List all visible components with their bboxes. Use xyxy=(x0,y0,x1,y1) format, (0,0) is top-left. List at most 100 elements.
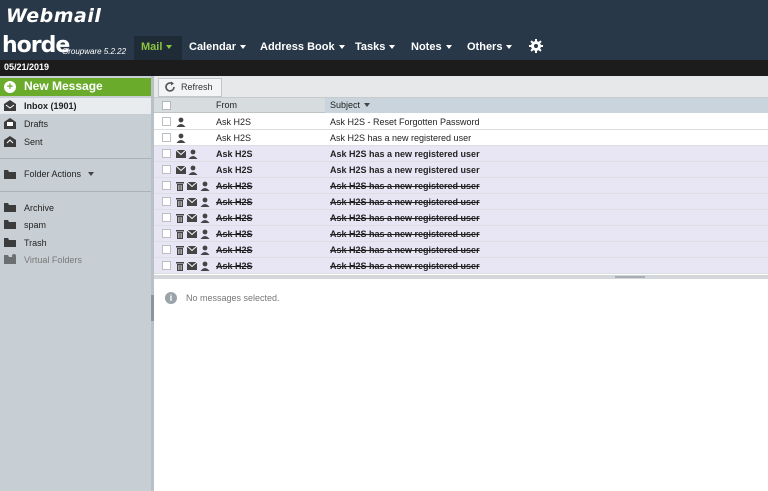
chevron-down-icon xyxy=(88,172,94,176)
envelope-icon xyxy=(186,213,198,224)
row-subject: Ask H2S has a new registered user xyxy=(330,149,480,159)
row-checkbox[interactable] xyxy=(162,117,171,126)
row-subject: Ask H2S has a new registered user xyxy=(330,165,480,175)
folder-trash[interactable]: Trash xyxy=(0,235,151,251)
folder-drafts[interactable]: Drafts xyxy=(0,116,151,132)
person-icon xyxy=(200,261,210,273)
menu-others[interactable]: Others xyxy=(467,36,513,60)
menu-notes[interactable]: Notes xyxy=(411,36,452,60)
folder-label: Archive xyxy=(24,203,55,213)
folder-spam[interactable]: spam xyxy=(0,217,151,233)
folder-label: Sent xyxy=(24,137,43,147)
trash-icon xyxy=(176,245,184,257)
row-checkbox[interactable] xyxy=(162,197,171,206)
message-toolbar xyxy=(154,76,768,98)
splitter-handle[interactable] xyxy=(151,295,154,321)
folder-actions-menu[interactable]: Folder Actions xyxy=(0,166,151,182)
row-checkbox[interactable] xyxy=(162,261,171,270)
row-subject: Ask H2S has a new registered user xyxy=(330,213,480,223)
row-from: Ask H2S xyxy=(216,229,253,239)
row-subject: Ask H2S has a new registered user xyxy=(330,261,480,271)
person-icon xyxy=(200,245,210,257)
folder-inbox[interactable]: Inbox (1901) xyxy=(0,98,151,114)
row-checkbox[interactable] xyxy=(162,149,171,158)
row-from: Ask H2S xyxy=(216,261,253,271)
folder-archive[interactable]: Archive xyxy=(0,200,151,216)
gear-icon[interactable] xyxy=(528,38,544,54)
row-subject: Ask H2S has a new registered user xyxy=(330,229,480,239)
plus-icon: + xyxy=(4,81,16,93)
row-from: Ask H2S xyxy=(216,213,253,223)
envelope-icon xyxy=(175,149,187,160)
folder-label: Virtual Folders xyxy=(24,255,82,265)
folder-actions-label: Folder Actions xyxy=(24,169,82,179)
webmail-brand: Webmail xyxy=(6,5,102,27)
row-from: Ask H2S xyxy=(216,197,253,207)
trash-icon xyxy=(176,197,184,209)
chevron-down-icon xyxy=(506,45,513,50)
person-icon xyxy=(176,133,186,145)
row-checkbox[interactable] xyxy=(162,229,171,238)
sort-desc-icon[interactable] xyxy=(364,103,370,107)
row-checkbox[interactable] xyxy=(162,181,171,190)
inbox-icon xyxy=(4,100,16,111)
drafts-icon xyxy=(4,118,16,129)
envelope-icon xyxy=(186,229,198,240)
trash-icon xyxy=(176,229,184,241)
chevron-down-icon xyxy=(240,45,247,50)
divider-handle[interactable] xyxy=(615,276,645,278)
folder-label: spam xyxy=(24,220,47,230)
row-from: Ask H2S xyxy=(216,181,253,191)
envelope-icon xyxy=(186,197,198,208)
refresh-icon xyxy=(165,81,175,92)
trash-icon xyxy=(176,213,184,225)
row-from: Ask H2S xyxy=(216,245,253,255)
folder-virtual-folders[interactable]: Virtual Folders xyxy=(0,252,151,268)
trash-icon xyxy=(176,261,184,273)
person-icon xyxy=(188,165,198,177)
chevron-down-icon xyxy=(166,45,173,50)
menu-tasks[interactable]: Tasks xyxy=(355,36,396,60)
row-subject: Ask H2S has a new registered user xyxy=(330,197,480,207)
person-icon xyxy=(200,181,210,193)
preview-divider[interactable] xyxy=(154,275,768,279)
row-subject: Ask H2S has a new registered user xyxy=(330,181,480,191)
person-icon xyxy=(200,197,210,209)
folder-label: Inbox (1901) xyxy=(24,101,77,111)
virtual-folder-icon xyxy=(4,254,16,264)
envelope-icon xyxy=(186,181,198,192)
person-icon xyxy=(200,213,210,225)
folder-icon xyxy=(4,170,16,179)
chevron-down-icon xyxy=(389,45,396,50)
row-checkbox[interactable] xyxy=(162,213,171,222)
top-header xyxy=(0,0,768,36)
select-all-checkbox[interactable] xyxy=(162,101,171,110)
folder-label: Drafts xyxy=(24,119,49,129)
person-icon xyxy=(176,117,186,129)
logo-version: Groupware 5.2.22 xyxy=(62,47,127,56)
row-from: Ask H2S xyxy=(216,117,252,127)
chevron-down-icon xyxy=(445,45,452,50)
menu-address-book[interactable]: Address Book xyxy=(260,36,345,60)
row-subject: Ask H2S has a new registered user xyxy=(330,245,480,255)
sidebar-divider xyxy=(0,191,151,192)
row-from: Ask H2S xyxy=(216,149,253,159)
row-subject: Ask H2S - Reset Forgotten Password xyxy=(330,117,480,127)
column-from[interactable]: From xyxy=(216,100,237,110)
row-subject: Ask H2S has a new registered user xyxy=(330,133,472,143)
envelope-icon xyxy=(186,261,198,272)
row-checkbox[interactable] xyxy=(162,133,171,142)
new-message-label: New Message xyxy=(24,79,103,93)
folder-icon xyxy=(4,203,16,212)
column-subject[interactable]: Subject xyxy=(330,100,360,110)
folder-sent[interactable]: Sent xyxy=(0,134,151,150)
row-checkbox[interactable] xyxy=(162,245,171,254)
horde-logo[interactable]: horde Groupware 5.2.22 xyxy=(2,33,134,60)
date-bar xyxy=(0,60,768,76)
menu-mail[interactable]: Mail xyxy=(134,36,182,60)
menu-calendar[interactable]: Calendar xyxy=(189,36,247,60)
person-icon xyxy=(200,229,210,241)
current-date: 05/21/2019 xyxy=(4,62,50,72)
row-checkbox[interactable] xyxy=(162,165,171,174)
envelope-icon xyxy=(175,165,187,176)
